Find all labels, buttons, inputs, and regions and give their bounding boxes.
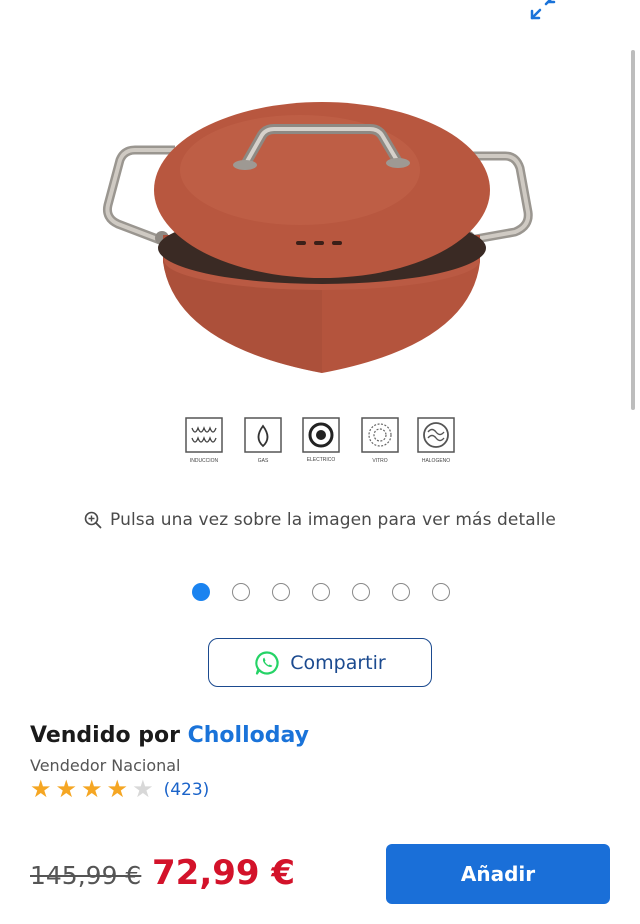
zoom-hint-text: Pulsa una vez sobre la imagen para ver m… — [110, 510, 556, 530]
carousel-dot[interactable] — [231, 583, 250, 601]
scrollbar[interactable] — [631, 50, 635, 410]
cooktop-label: VITRO — [372, 458, 387, 464]
cooktop-label: ELECTRICO — [307, 457, 336, 463]
zoom-in-icon — [84, 511, 102, 529]
seller-name-link[interactable]: Cholloday — [188, 723, 309, 748]
star-icon: ★ — [30, 776, 52, 803]
carousel-dot[interactable] — [271, 583, 290, 601]
carousel-dots — [0, 583, 640, 601]
induction-icon — [185, 417, 223, 453]
carousel-dot[interactable] — [191, 583, 210, 601]
halogen-icon — [417, 417, 455, 453]
carousel-dot[interactable] — [431, 583, 450, 601]
seller-type: Vendedor Nacional — [30, 756, 181, 775]
vitro-icon — [361, 417, 399, 453]
seller-line: Vendido por Cholloday — [30, 723, 309, 748]
zoom-hint: Pulsa una vez sobre la imagen para ver m… — [0, 510, 640, 530]
whatsapp-icon — [255, 650, 279, 675]
rating-count[interactable]: (423) — [164, 780, 210, 800]
expand-icon[interactable] — [526, 0, 560, 22]
star-icon: ★ — [106, 776, 129, 803]
share-button[interactable]: Compartir — [208, 638, 432, 687]
cooktop-label: GAS — [258, 458, 269, 464]
electric-icon — [302, 417, 340, 453]
seller-rating[interactable]: ★ ★ ★ ★ ★ (423) — [30, 778, 209, 802]
carousel-dot[interactable] — [351, 583, 370, 601]
old-price: 145,99 € — [30, 861, 142, 890]
product-image[interactable]: INDUCCION GAS ELECTRICO VITRO HALOGENO — [0, 0, 640, 480]
seller-prefix: Vendido por — [30, 723, 180, 748]
gas-icon — [244, 417, 282, 453]
star-icon: ★ — [55, 776, 78, 803]
cooktop-label: HALOGENO — [422, 458, 450, 464]
carousel-dot[interactable] — [391, 583, 410, 601]
star-empty-icon: ★ — [132, 776, 154, 803]
star-icon: ★ — [81, 776, 103, 803]
add-to-cart-button[interactable]: Añadir — [386, 844, 610, 904]
current-price: 72,99 € — [152, 853, 296, 893]
carousel-dot[interactable] — [311, 583, 330, 601]
share-label: Compartir — [290, 651, 386, 674]
cooktop-label: INDUCCION — [190, 458, 219, 464]
